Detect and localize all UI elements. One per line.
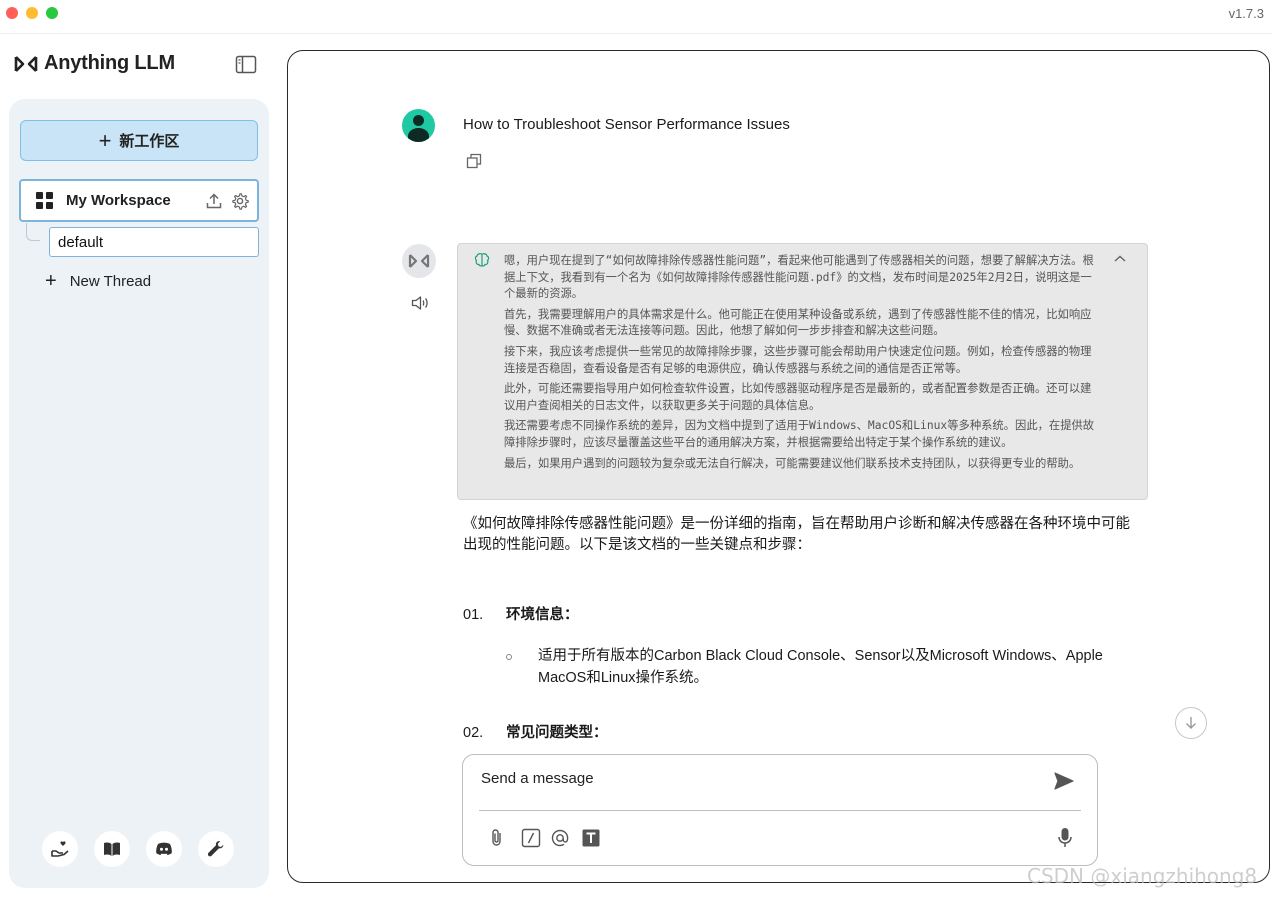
thinking-panel[interactable]: 嗯，用户现在提到了“如何故障排除传感器性能问题”，看起来他可能遇到了传感器相关的… (457, 243, 1148, 500)
list-item: 适用于所有版本的Carbon Black Cloud Console、Senso… (506, 645, 1110, 689)
settings-button[interactable] (198, 831, 234, 867)
app-name: Anything LLM (44, 52, 175, 74)
message-composer: Send a message (462, 754, 1098, 866)
paperclip-icon[interactable] (487, 828, 507, 848)
sidebar-footer (42, 831, 234, 867)
brain-icon (474, 253, 490, 267)
composer-divider (479, 810, 1081, 811)
list-item-text: 适用于所有版本的Carbon Black Cloud Console、Senso… (538, 648, 1103, 686)
maximize-window-button[interactable] (46, 7, 58, 19)
app-logo: Anything LLM (14, 52, 175, 75)
support-button[interactable] (42, 831, 78, 867)
speaker-icon[interactable] (411, 295, 430, 311)
discord-button[interactable] (146, 831, 182, 867)
watermark: CSDN @xiangzhihong8 (1027, 864, 1258, 888)
chat-panel: How to Troubleshoot Sensor Performance I… (287, 50, 1270, 883)
user-message-text: How to Troubleshoot Sensor Performance I… (463, 116, 790, 133)
book-icon (104, 842, 120, 856)
thinking-text: 嗯，用户现在提到了“如何故障排除传感器性能问题”，看起来他可能遇到了传感器相关的… (504, 253, 1096, 476)
user-avatar (402, 109, 435, 142)
minimize-window-button[interactable] (26, 7, 38, 19)
bullet-icon (506, 654, 512, 660)
workspace-name: My Workspace (66, 192, 171, 209)
new-workspace-label: 新工作区 (119, 133, 180, 150)
send-icon[interactable] (1053, 771, 1075, 791)
plus-icon: + (98, 127, 112, 153)
copy-icon[interactable] (466, 153, 482, 169)
user-message (402, 109, 435, 142)
thought-paragraph: 嗯，用户现在提到了“如何故障排除传感器性能问题”，看起来他可能遇到了传感器相关的… (504, 254, 1094, 301)
docs-button[interactable] (94, 831, 130, 867)
new-thread-button[interactable]: + New Thread (45, 271, 151, 291)
upload-icon[interactable] (205, 192, 223, 210)
gear-icon[interactable] (231, 192, 249, 210)
app-version: v1.7.3 (1228, 6, 1264, 21)
title-bar: v1.7.3 (0, 0, 1272, 34)
arrow-down-icon (1186, 717, 1196, 729)
at-mention-icon[interactable] (550, 828, 570, 848)
answer-section-2: 02. 常见问题类型： (463, 721, 608, 742)
section-title: 环境信息： (506, 607, 579, 623)
workspace-grid-icon (36, 192, 53, 209)
new-thread-label: New Thread (69, 272, 152, 290)
text-format-icon[interactable] (581, 828, 601, 848)
answer-section-1: 01. 环境信息： (463, 603, 579, 624)
thought-paragraph: 最后，如果用户遇到的问题较为复杂或无法自行解决，可能需要建议他们联系技术支持团队… (504, 456, 1081, 470)
chevron-up-icon[interactable] (1113, 254, 1127, 264)
sidebar: + 新工作区 My Workspace default + New Thread (9, 99, 269, 888)
thought-paragraph: 我还需要考虑不同操作系统的差异，因为文档中提到了适用于Windows、MacOS… (504, 419, 1095, 449)
microphone-icon[interactable] (1057, 827, 1073, 849)
wrench-icon (207, 841, 224, 857)
section-number: 01. (463, 607, 484, 623)
message-input[interactable]: Send a message (481, 770, 594, 787)
thought-paragraph: 此外，可能还需要指导用户如何检查软件设置，比如传感器驱动程序是否是最新的，或者配… (504, 382, 1092, 412)
plus-icon: + (45, 270, 57, 292)
thought-paragraph: 接下来，我应该考虑提供一些常见的故障排除步骤，这些步骤可能会帮助用户快速定位问题… (504, 344, 1092, 375)
workspace-item-my-workspace[interactable]: My Workspace (19, 179, 259, 222)
section-number: 02. (463, 725, 484, 741)
discord-icon (156, 842, 172, 855)
close-window-button[interactable] (6, 7, 18, 19)
hand-heart-icon (51, 841, 69, 857)
thread-tree-line (26, 223, 40, 241)
sidebar-toggle-icon[interactable] (235, 55, 257, 74)
thought-paragraph: 首先，我需要理解用户的具体需求是什么。他可能正在使用某种设备或系统，遇到了传感器… (504, 307, 1092, 338)
scroll-to-bottom-button[interactable] (1175, 707, 1207, 739)
new-workspace-button[interactable]: + 新工作区 (20, 120, 258, 161)
slash-command-icon[interactable] (521, 828, 541, 848)
thread-item-default[interactable]: default (49, 227, 259, 257)
anything-llm-logo-icon (408, 254, 430, 268)
assistant-avatar (402, 244, 436, 278)
section-title: 常见问题类型： (506, 725, 608, 741)
assistant-answer-intro: 《如何故障排除传感器性能问题》是一份详细的指南，旨在帮助用户诊断和解决传感器在各… (463, 516, 1130, 553)
anything-llm-logo-icon (14, 55, 38, 72)
